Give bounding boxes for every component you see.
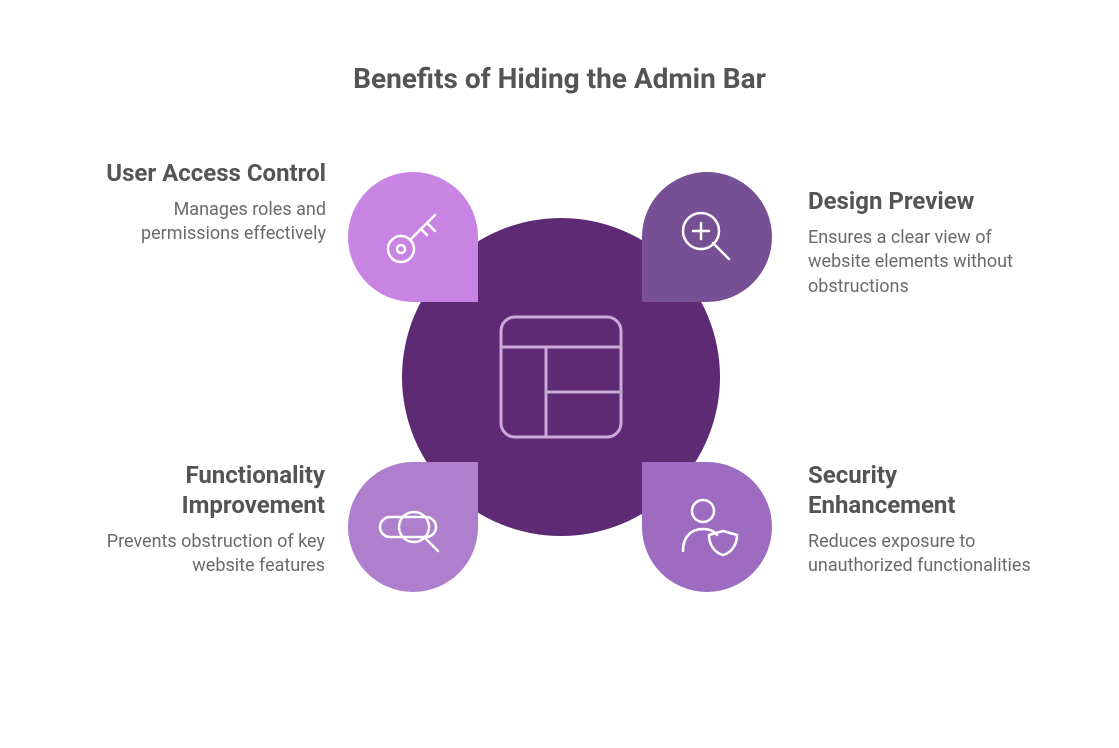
- zoom-in-icon: [671, 201, 743, 273]
- petal-design-preview: [642, 172, 772, 302]
- text-design-preview: Design Preview Ensures a clear view of w…: [808, 186, 1038, 299]
- title-security: Security Enhancement: [808, 460, 1038, 520]
- desc-design-preview: Ensures a clear view of website elements…: [808, 226, 1038, 299]
- user-shield-icon: [671, 491, 743, 563]
- title-design-preview: Design Preview: [808, 186, 1038, 216]
- key-icon: [377, 201, 449, 273]
- petal-functionality: [348, 462, 478, 592]
- title-user-access: User Access Control: [80, 158, 326, 188]
- diagram-title: Benefits of Hiding the Admin Bar: [0, 62, 1119, 95]
- title-functionality: Functionality Improvement: [65, 460, 325, 520]
- petal-security: [642, 462, 772, 592]
- desc-functionality: Prevents obstruction of key website feat…: [65, 530, 325, 579]
- petal-user-access: [348, 172, 478, 302]
- feature-search-icon: [374, 501, 452, 553]
- desc-user-access: Manages roles and permissions effectivel…: [80, 198, 326, 247]
- text-user-access: User Access Control Manages roles and pe…: [80, 158, 326, 247]
- desc-security: Reduces exposure to unauthorized functio…: [808, 530, 1038, 579]
- text-functionality: Functionality Improvement Prevents obstr…: [65, 460, 325, 579]
- text-security: Security Enhancement Reduces exposure to…: [808, 460, 1038, 579]
- layout-grid-icon: [491, 307, 631, 447]
